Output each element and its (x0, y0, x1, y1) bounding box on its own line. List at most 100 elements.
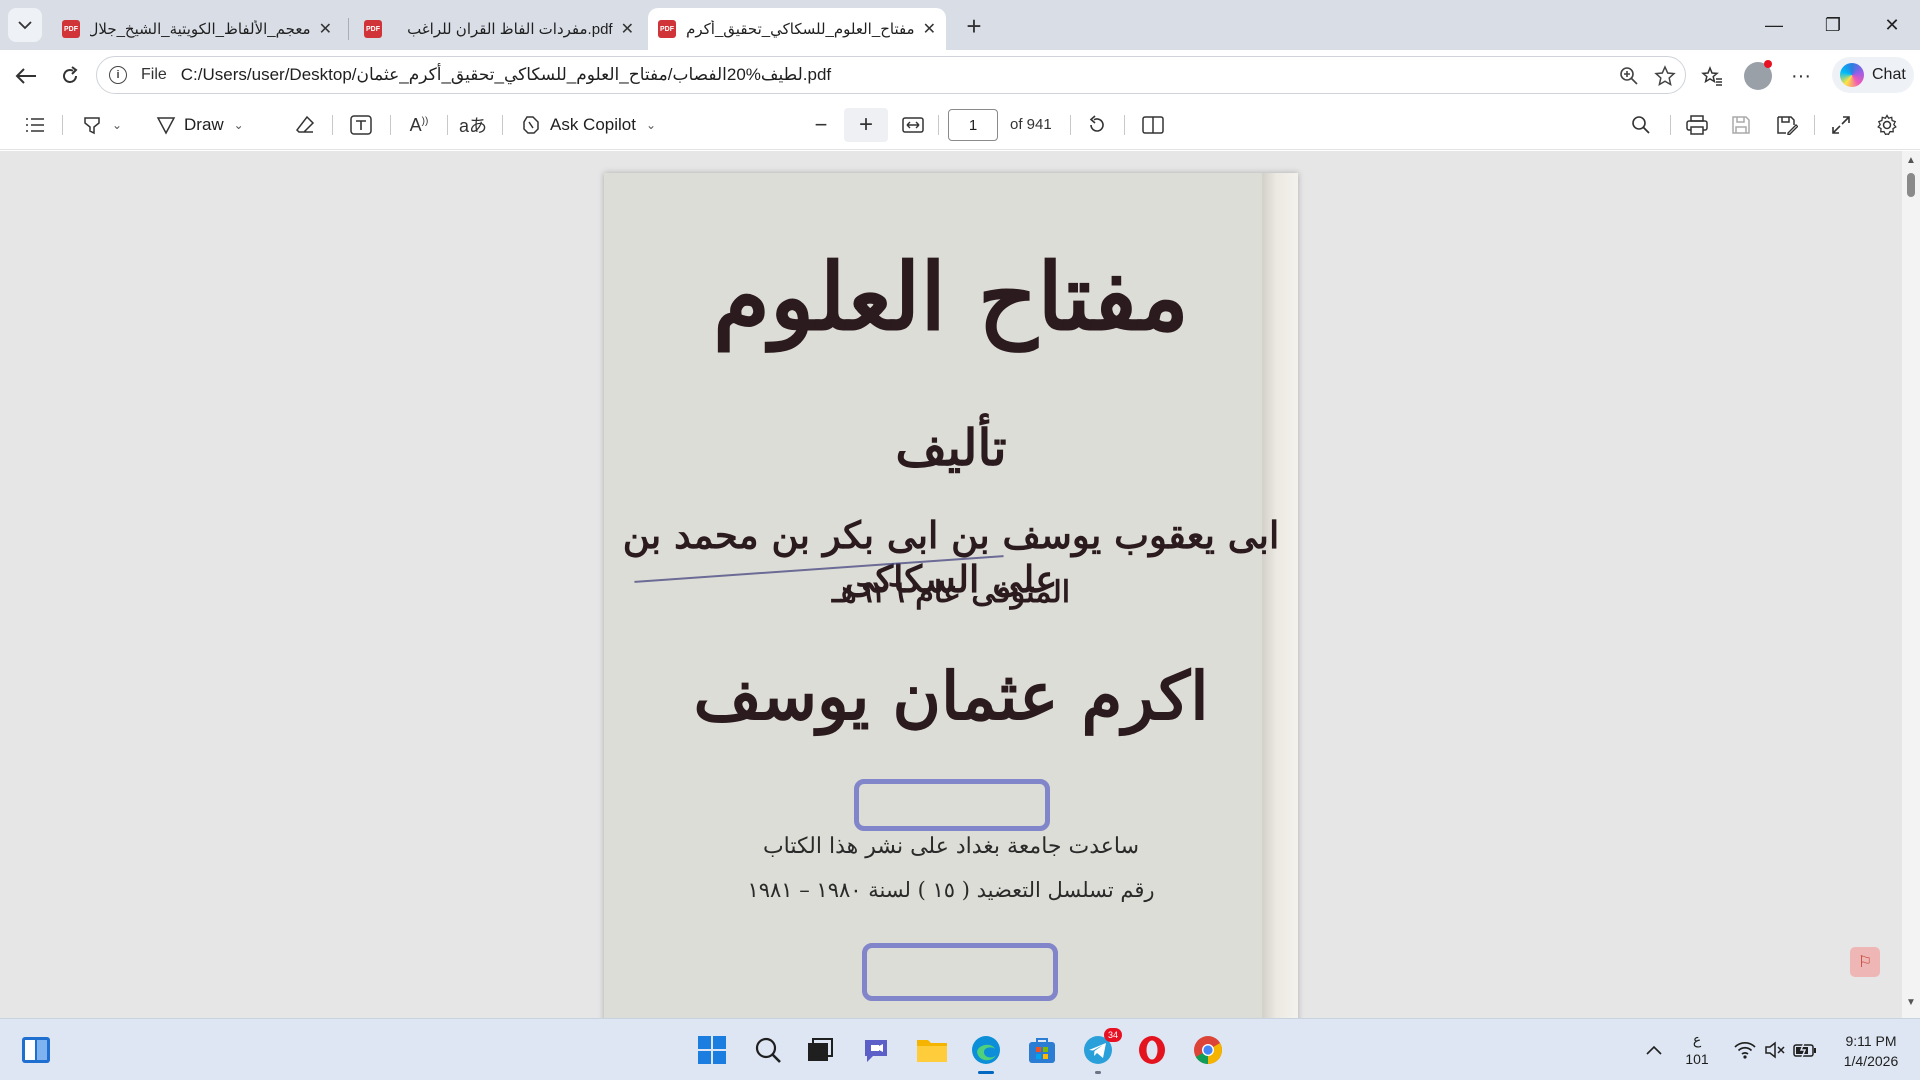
meet-app-button[interactable] (858, 1032, 894, 1068)
tab-close-icon[interactable]: ✕ (319, 19, 332, 39)
erase-button[interactable] (290, 110, 320, 140)
restore-button[interactable]: ❐ (1805, 0, 1861, 50)
settings-button[interactable] (1872, 110, 1902, 140)
highlighter-icon (84, 117, 100, 135)
protocol-label: File (141, 66, 167, 83)
notification-dot (1764, 60, 1772, 68)
pdf-logo-icon[interactable]: ⚐ (1850, 947, 1880, 977)
toolbar-divider (332, 115, 333, 135)
toolbar-divider (1070, 115, 1071, 135)
scroll-down-arrow-icon[interactable]: ▼ (1906, 997, 1916, 1008)
tab-actions-menu-button[interactable] (8, 8, 42, 42)
draw-label: Draw (184, 115, 224, 134)
save-button[interactable] (1726, 110, 1756, 140)
tab-close-icon[interactable]: ✕ (621, 19, 634, 39)
toolbar-divider (390, 115, 391, 135)
opera-button[interactable] (1134, 1032, 1170, 1068)
wifi-button[interactable] (1728, 1019, 1762, 1081)
search-button[interactable] (750, 1032, 786, 1068)
store-button[interactable] (1024, 1032, 1060, 1068)
close-window-button[interactable]: ✕ (1864, 0, 1920, 50)
page-view-button[interactable] (1138, 110, 1168, 140)
clock-date: 1/4/2026 (1843, 1053, 1899, 1069)
save-as-button[interactable] (1772, 110, 1802, 140)
author-death-date: المتوفى عام ٦٢٦هـ (831, 575, 1071, 610)
store-icon (1029, 1038, 1055, 1063)
zoom-icon[interactable] (1618, 65, 1640, 87)
clock[interactable]: 9:11 PM 1/4/2026 (1826, 1031, 1916, 1071)
chat-video-icon (865, 1040, 887, 1062)
add-text-button[interactable] (346, 110, 376, 140)
toolbar-divider (1814, 115, 1815, 135)
battery-charging-icon (1793, 1042, 1816, 1058)
more-options-icon[interactable]: ··· (1787, 62, 1815, 90)
pdf-page[interactable]: مفتاح العلوم تأليف ابى يعقوب يوسف بن ابى… (604, 173, 1298, 1018)
refresh-button[interactable] (52, 58, 88, 94)
url-text[interactable]: C:/Users/user/Desktop/لطيف%20الفصاب/مفتا… (181, 65, 831, 85)
address-row: i File C:/Users/user/Desktop/لطيف%20الفص… (0, 50, 1920, 100)
task-view-button[interactable] (802, 1032, 838, 1068)
fullscreen-button[interactable] (1826, 110, 1856, 140)
copilot-chat-button[interactable]: Chat (1832, 57, 1914, 93)
info-icon[interactable]: i (109, 66, 127, 84)
find-button[interactable] (1626, 110, 1656, 140)
tab-1[interactable]: PDF معجم_الألفاظ_الكويتية_الشيخ_جلال_ال … (52, 8, 342, 50)
edge-icon (972, 1036, 1000, 1064)
contents-button[interactable] (20, 110, 50, 140)
search-icon (755, 1037, 781, 1063)
copilot-icon (1840, 63, 1864, 87)
battery-button[interactable] (1788, 1019, 1822, 1081)
file-explorer-button[interactable] (914, 1032, 950, 1068)
tab-3-active[interactable]: PDF مفتاح_العلوم_للسكاكي_تحقيق_أكرم_ع ✕ (648, 8, 946, 50)
translate-button[interactable]: aあ (458, 110, 488, 140)
widgets-button[interactable] (18, 1032, 54, 1068)
pdf-viewer[interactable]: مفتاح العلوم تأليف ابى يعقوب يوسف بن ابى… (0, 151, 1920, 1018)
pdf-file-icon: PDF (658, 20, 676, 38)
minus-icon: − (814, 112, 828, 137)
pdf-file-icon: PDF (62, 20, 80, 38)
telegram-button[interactable]: 34 (1080, 1028, 1122, 1074)
draw-icon (156, 117, 176, 135)
print-button[interactable] (1682, 110, 1712, 140)
chrome-button[interactable] (1190, 1032, 1226, 1068)
draw-button[interactable]: Draw ⌄ (156, 110, 268, 140)
ask-copilot-button[interactable]: Ask Copilot ⌄ (520, 110, 670, 140)
rotate-button[interactable] (1082, 110, 1112, 140)
chevron-down-icon[interactable]: ⌄ (112, 118, 122, 132)
show-hidden-icons-button[interactable] (1640, 1019, 1668, 1081)
volume-button[interactable] (1758, 1019, 1792, 1081)
chevron-down-icon[interactable]: ⌄ (234, 118, 244, 132)
edge-browser-button[interactable] (968, 1032, 1004, 1074)
eraser-icon (296, 115, 315, 133)
chrome-icon (1194, 1036, 1222, 1064)
toolbar-divider (1670, 115, 1671, 135)
page-number-input[interactable]: 1 (948, 109, 998, 141)
favorite-star-icon[interactable] (1654, 65, 1676, 87)
opera-icon (1139, 1036, 1165, 1064)
minimize-button[interactable]: — (1746, 0, 1802, 50)
ime-layout: 101 (1685, 1051, 1709, 1067)
scroll-up-arrow-icon[interactable]: ▲ (1906, 155, 1916, 166)
new-tab-button[interactable]: + (958, 10, 990, 42)
zoom-out-button[interactable]: − (808, 110, 834, 140)
tab-close-icon[interactable]: ✕ (923, 19, 936, 39)
page-count: of 941 (1010, 116, 1052, 133)
input-language-indicator[interactable]: ع 101 (1680, 1029, 1714, 1069)
start-button[interactable] (694, 1032, 730, 1068)
zoom-in-button[interactable]: + (852, 110, 880, 140)
ime-script: ع (1692, 1031, 1702, 1047)
vertical-scrollbar[interactable]: ▲ ▼ (1902, 151, 1920, 1018)
tab-2[interactable]: PDF pdf.مفردات الفاظ القران للراغب ✕ (354, 8, 644, 50)
address-bar[interactable]: i File C:/Users/user/Desktop/لطيف%20الفص… (96, 56, 1686, 94)
highlight-button[interactable]: ⌄ (74, 110, 130, 140)
widgets-icon (22, 1037, 50, 1063)
chat-label: Chat (1872, 66, 1906, 83)
refresh-icon (63, 66, 78, 83)
pdf-toolbar: ⌄ Draw ⌄ A)) aあ Ask Copilot ⌄ − + 1 of 9… (0, 100, 1920, 150)
read-aloud-button[interactable]: A)) (404, 110, 434, 140)
back-button[interactable] (8, 58, 44, 94)
favorites-icon[interactable] (1698, 62, 1726, 90)
scroll-thumb[interactable] (1907, 173, 1915, 197)
fit-to-width-button[interactable] (898, 110, 928, 140)
chevron-down-icon[interactable]: ⌄ (646, 118, 656, 132)
